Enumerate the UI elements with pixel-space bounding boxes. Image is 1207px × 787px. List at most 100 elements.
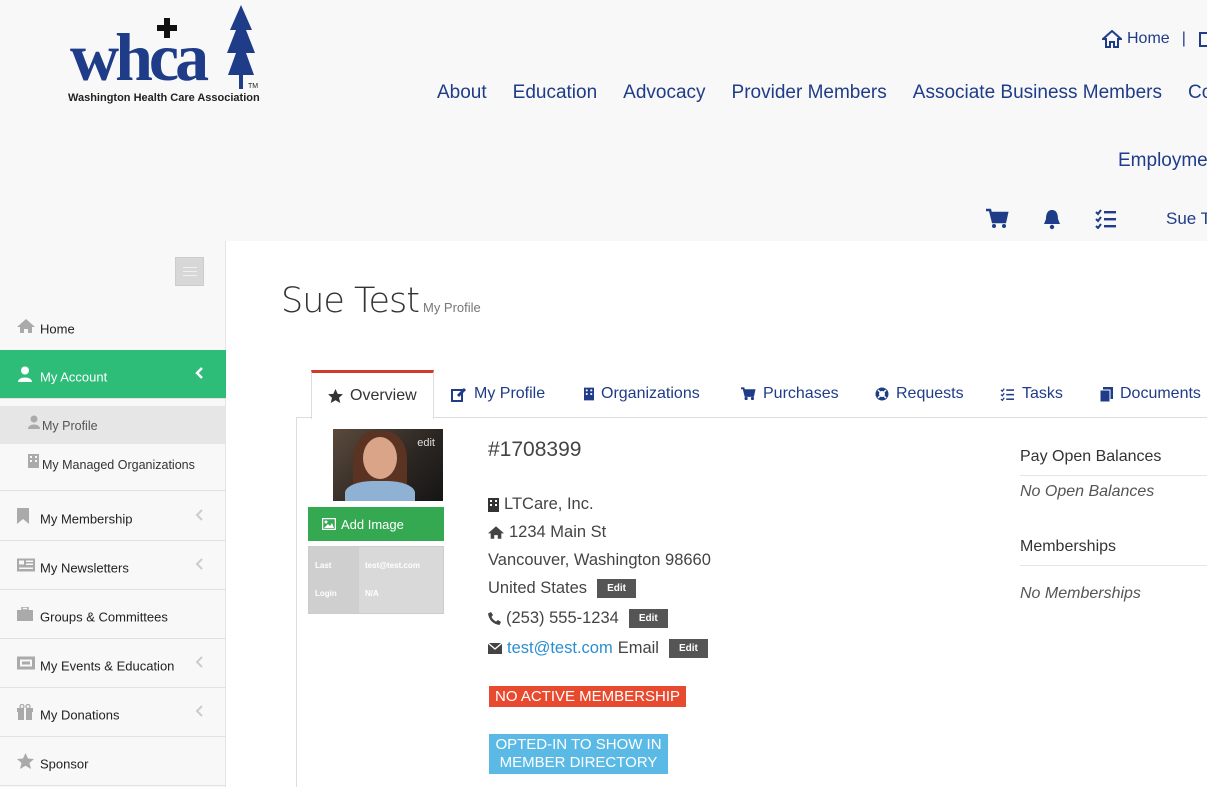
gift-icon	[17, 704, 33, 720]
tab-label: My Profile	[474, 385, 546, 402]
chevron-left-icon	[195, 655, 203, 671]
add-image-button[interactable]: Add Image	[308, 507, 444, 541]
address-country: United States	[488, 579, 588, 597]
calendar-icon[interactable]	[1198, 30, 1207, 48]
tab-label: Documents	[1120, 385, 1201, 402]
divider	[1020, 565, 1207, 566]
nav-provider-members[interactable]: Provider Members	[732, 82, 887, 103]
whca-logo[interactable]: whca TM Washington Health Care Associati…	[66, 5, 266, 105]
image-icon	[322, 518, 336, 530]
pay-open-balances-heading[interactable]: Pay Open Balances	[1020, 448, 1161, 466]
sidebar-item-my-account[interactable]: My Account	[0, 350, 233, 399]
cart-icon	[741, 387, 756, 401]
ticket-icon	[17, 656, 35, 670]
sidebar-item-groups-committees[interactable]: Groups & Committees	[0, 590, 226, 639]
edit-phone-button[interactable]: Edit	[628, 609, 668, 628]
logo-subtitle: Washington Health Care Association	[68, 92, 260, 104]
user-menu-name[interactable]: Sue Tes	[1166, 209, 1207, 229]
profile-photo[interactable]: edit	[333, 429, 443, 501]
phone-number: (253) 555-1234	[506, 609, 619, 627]
tab-label: Purchases	[763, 385, 839, 402]
sidebar-item-home[interactable]: Home	[0, 301, 226, 350]
sidebar-item-my-profile[interactable]: My Profile	[0, 406, 226, 444]
building-icon	[28, 454, 39, 471]
tab-overview[interactable]: Overview	[311, 370, 434, 419]
bell-icon[interactable]	[1042, 208, 1062, 230]
nav-associate-business-members[interactable]: Associate Business Members	[913, 82, 1162, 103]
sidebar-toggle-button[interactable]	[175, 257, 204, 286]
tab-documents[interactable]: Documents	[1100, 370, 1201, 418]
tab-label: Overview	[350, 387, 417, 404]
email-label: Email	[617, 639, 659, 657]
main-content: Sue Test My Profile Overview My Profile O…	[226, 241, 1207, 787]
tab-my-profile[interactable]: My Profile	[451, 370, 545, 418]
phone-line: (253) 555-1234 Edit	[488, 609, 668, 628]
site-header: whca TM Washington Health Care Associati…	[0, 0, 1207, 241]
profile-tabs: Overview My Profile Organizations Purcha…	[296, 370, 1207, 419]
last-login-value: test@test.com	[365, 561, 420, 570]
sidebar-item-my-donations[interactable]: My Donations	[0, 688, 226, 737]
nav-about[interactable]: About	[437, 82, 487, 103]
edit-email-button[interactable]: Edit	[668, 639, 708, 658]
address-line-2: Vancouver, Washington 98660	[488, 551, 711, 570]
memberships-heading: Memberships	[1020, 538, 1117, 555]
member-id: #1708399	[488, 438, 582, 461]
sidebar-item-label: My Donations	[40, 707, 120, 723]
sidebar-item-label: My Events & Education	[40, 658, 175, 674]
tab-tasks[interactable]: Tasks	[1000, 370, 1063, 418]
top-link-home[interactable]: Home	[1127, 30, 1170, 48]
main-nav: About Education Advocacy Provider Members As…	[437, 82, 1207, 104]
address-city: Vancouver, Washington 98660	[488, 551, 711, 569]
page-subtitle: My Profile	[422, 300, 481, 315]
directory-badge-line: OPTED-IN TO SHOW IN	[495, 736, 662, 753]
nav-advocacy[interactable]: Advocacy	[623, 82, 705, 103]
medical-cross-icon	[157, 18, 177, 38]
home-icon	[488, 526, 504, 539]
life-ring-icon	[875, 387, 889, 401]
divider	[1020, 475, 1207, 476]
sidebar-item-label: My Account	[40, 369, 108, 385]
memberships-note: No Memberships	[1020, 585, 1141, 602]
tasks-icon[interactable]	[1095, 209, 1117, 229]
tab-purchases[interactable]: Purchases	[740, 370, 839, 418]
user-toolbar: Sue Tes	[985, 208, 1207, 230]
sidebar-item-my-managed-organizations[interactable]: My Managed Organizations	[0, 445, 226, 491]
sidebar-item-sponsor[interactable]: Sponsor	[0, 737, 226, 786]
star-icon	[17, 753, 34, 769]
photo-edit-link[interactable]: edit	[417, 437, 435, 449]
page-title: Sue Test My Profile	[281, 281, 481, 321]
sidebar-item-my-membership[interactable]: My Membership	[0, 492, 226, 541]
cart-icon[interactable]	[985, 208, 1009, 230]
overview-panel: edit Add Image Last Login test@test.com …	[296, 418, 1207, 787]
sidebar-item-my-newsletters[interactable]: My Newsletters	[0, 541, 226, 590]
evergreen-tree-icon	[227, 5, 255, 89]
top-links: Home |	[1102, 30, 1207, 48]
tab-requests[interactable]: Requests	[875, 370, 964, 418]
add-image-label: Add Image	[341, 516, 404, 532]
nav-employment[interactable]: Employmen	[1118, 150, 1207, 172]
address-street: 1234 Main St	[509, 523, 607, 541]
trademark: TM	[248, 83, 259, 90]
sidebar: Home My Account My Profile My Managed Or…	[0, 241, 233, 787]
tab-organizations[interactable]: Organizations	[584, 370, 700, 418]
open-balances-note: No Open Balances	[1020, 483, 1155, 500]
chevron-left-icon	[195, 557, 203, 573]
sidebar-item-label: My Profile	[42, 419, 98, 433]
last-login-value: N/A	[365, 589, 379, 598]
directory-status-badge: OPTED-IN TO SHOW IN MEMBER DIRECTORY	[489, 734, 668, 774]
last-login-box: Last Login test@test.com N/A	[308, 546, 444, 614]
user-icon	[17, 366, 33, 382]
tab-label: Organizations	[601, 385, 700, 402]
email-link[interactable]: test@test.com	[507, 639, 613, 658]
membership-status-badge: NO ACTIVE MEMBERSHIP	[489, 686, 687, 707]
edit-address-button[interactable]: Edit	[597, 579, 636, 598]
tab-label: Tasks	[1022, 385, 1063, 402]
tab-label: Requests	[896, 385, 964, 402]
top-link-separator: |	[1181, 30, 1186, 47]
nav-education[interactable]: Education	[513, 82, 598, 103]
edit-icon	[451, 387, 467, 402]
nav-con[interactable]: Con	[1188, 82, 1207, 103]
sidebar-item-my-events-education[interactable]: My Events & Education	[0, 639, 226, 688]
page-title-text: Sue Test	[281, 281, 420, 321]
phone-icon	[488, 612, 501, 625]
